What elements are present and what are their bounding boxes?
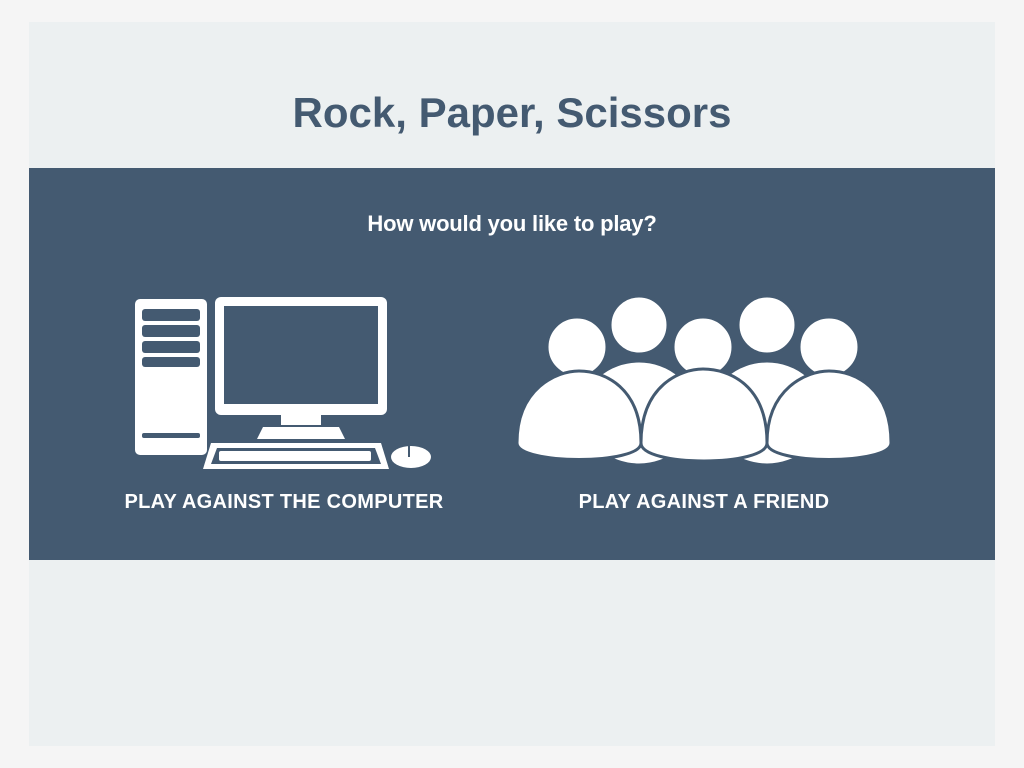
play-friend-label: PLAY AGAINST A FRIEND xyxy=(578,491,830,513)
mode-question: How would you like to play? xyxy=(367,211,657,236)
play-friend-button[interactable]: PLAY AGAINST A FRIEND xyxy=(509,293,899,523)
play-computer-button[interactable]: PLAY AGAINST THE COMPUTER xyxy=(109,293,459,523)
game-container: Rock, Paper, Scissors How would you like… xyxy=(29,22,995,746)
play-computer-label: PLAY AGAINST THE COMPUTER xyxy=(124,491,444,513)
group-people-icon xyxy=(517,294,891,467)
page-title: Rock, Paper, Scissors xyxy=(292,89,732,136)
mode-selection-panel: How would you like to play? PLAY AGAINST… xyxy=(29,168,995,560)
computer-icon xyxy=(135,297,431,469)
